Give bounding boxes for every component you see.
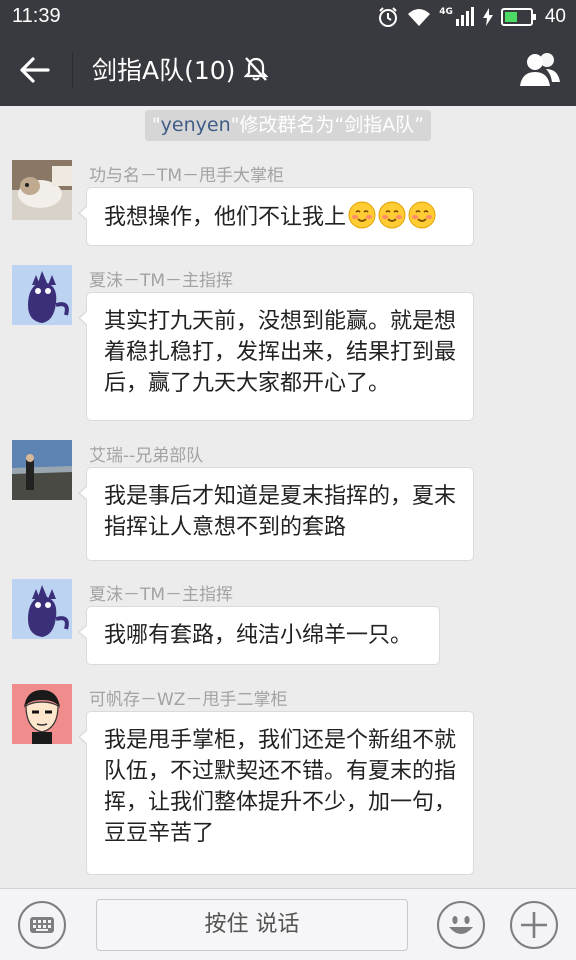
status-icons: 4G 40 — [377, 5, 566, 29]
input-bar: 按住 说话 — [0, 888, 576, 960]
message-text: 我哪有套路，纯洁小绵羊一只。 — [104, 623, 413, 648]
avatar[interactable] — [12, 440, 72, 500]
status-bar: 11:39 4G 40 — [0, 0, 576, 34]
blush-emoji-icon — [378, 201, 406, 229]
hold-to-talk-button[interactable]: 按住 说话 — [96, 899, 408, 951]
chat-header: 剑指A队(10) — [0, 34, 576, 106]
message-bubble[interactable]: 我哪有套路，纯洁小绵羊一只。 — [78, 606, 440, 665]
sender-name: 夏沫－TM－主指挥 — [89, 585, 234, 605]
sender-name: 可帆存－WZ－甩手二掌柜 — [89, 690, 288, 710]
sender-name: 艾瑞--兄弟部队 — [89, 446, 204, 466]
emoji-button[interactable] — [437, 901, 485, 949]
dog-photo-avatar-image — [12, 160, 72, 220]
bell-off-icon — [244, 57, 268, 81]
group-members-button[interactable] — [518, 50, 562, 94]
avatar[interactable] — [12, 684, 72, 744]
message-text: 我想操作，他们不让我上 — [104, 205, 347, 230]
avatar[interactable] — [12, 579, 72, 639]
message-bubble[interactable]: 我是甩手掌柜，我们还是个新组不就队伍，不过默契还不错。有夏末的指挥，让我们整体提… — [78, 711, 474, 875]
status-time: 11:39 — [12, 5, 61, 27]
sender-name: 夏沫－TM－主指挥 — [89, 271, 234, 291]
avatar[interactable] — [12, 160, 72, 220]
header-divider — [72, 52, 73, 88]
message-bubble[interactable]: 我想操作，他们不让我上 — [78, 187, 474, 246]
network-type-label: 4G — [439, 7, 453, 17]
notice-quote: " — [151, 114, 161, 136]
sender-name: 功与名－TM－甩手大掌柜 — [89, 166, 285, 186]
keyboard-toggle-button[interactable] — [18, 901, 66, 949]
signal-icon — [455, 7, 474, 26]
system-notice: "yenyen"修改群名为“剑指A队” — [145, 110, 431, 141]
charging-icon — [482, 8, 493, 26]
cartoon-boy-avatar-image — [12, 684, 72, 744]
arrow-left-icon — [20, 57, 50, 83]
notice-text: "修改群名为“剑指A队” — [230, 114, 425, 136]
group-members-icon — [520, 53, 560, 86]
battery-icon — [500, 8, 536, 26]
purple-cat-avatar-image — [12, 265, 72, 325]
wifi-icon — [408, 9, 431, 26]
chat-title: 剑指A队(10) — [92, 56, 236, 85]
message-text: 我是事后才知道是夏末指挥的，夏末指挥让人意想不到的套路 — [104, 484, 457, 540]
notice-username[interactable]: yenyen — [161, 114, 231, 136]
message-text: 其实打九天前，没想到能赢。就是想着稳扎稳打，发挥出来，结果打到最后，赢了九天大家… — [104, 309, 457, 396]
blush-emoji-icon — [348, 201, 376, 229]
more-functions-button[interactable] — [510, 901, 558, 949]
message-text: 我是甩手掌柜，我们还是个新组不就队伍，不过默契还不错。有夏末的指挥，让我们整体提… — [104, 728, 457, 846]
outdoor-photo-avatar-image — [12, 440, 72, 500]
message-bubble[interactable]: 其实打九天前，没想到能赢。就是想着稳扎稳打，发挥出来，结果打到最后，赢了九天大家… — [78, 292, 474, 421]
plus-icon — [521, 912, 547, 938]
smiley-icon — [449, 916, 473, 934]
battery-level: 40 — [544, 6, 566, 27]
back-button[interactable] — [18, 52, 58, 88]
purple-cat-avatar-image — [12, 579, 72, 639]
avatar[interactable] — [12, 265, 72, 325]
alarm-icon — [379, 7, 398, 27]
message-bubble[interactable]: 我是事后才知道是夏末指挥的，夏末指挥让人意想不到的套路 — [78, 467, 474, 561]
keyboard-icon — [30, 917, 54, 933]
blush-emoji-icon — [408, 201, 436, 229]
